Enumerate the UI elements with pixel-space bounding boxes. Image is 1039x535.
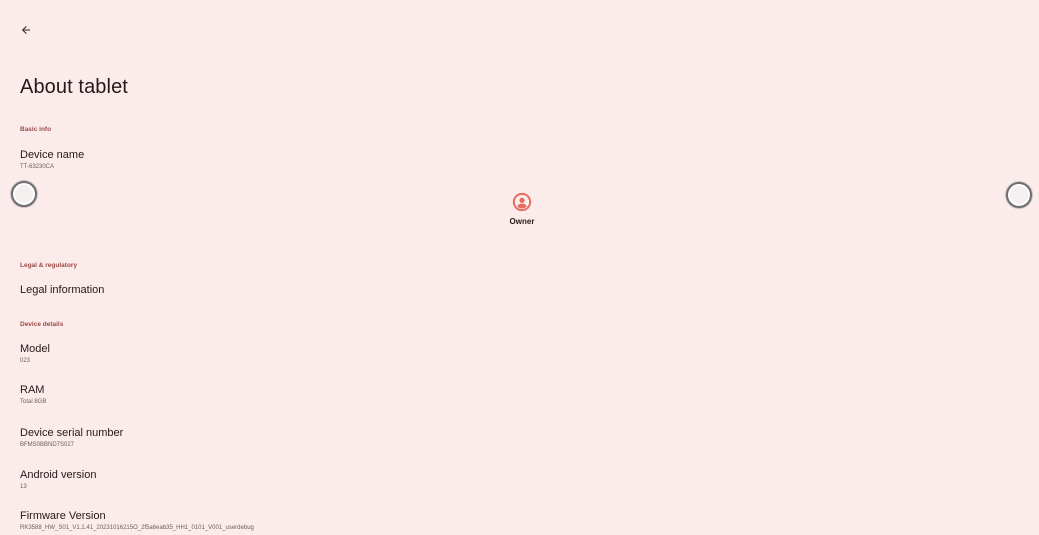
owner-label: Owner (509, 217, 535, 226)
legal-information-title: Legal information (20, 284, 105, 296)
firmware-version-title: Firmware Version (20, 510, 106, 522)
section-header-device-details: Device details (20, 321, 64, 328)
model-title: Model (20, 343, 50, 355)
floating-ring-right-button[interactable] (1006, 182, 1032, 208)
model-value: 023 (20, 358, 31, 364)
android-version-title: Android version (20, 469, 97, 481)
section-header-basic-info: Basic info (20, 126, 52, 133)
device-name-title: Device name (20, 149, 85, 161)
model-item[interactable]: Model 023 (20, 343, 1000, 365)
ram-title: RAM (20, 384, 45, 396)
page-title: About tablet (20, 76, 128, 98)
android-version-value: 13 (20, 484, 27, 490)
ram-value: Total 8GB (20, 399, 47, 405)
device-serial-number-title: Device serial number (20, 427, 124, 439)
firmware-version-value: RK3588_HW_S01_V1.1.41_20231016215O_2f5a6… (20, 525, 254, 531)
android-version-item[interactable]: Android version 13 (20, 469, 1000, 491)
device-serial-number-item[interactable]: Device serial number BFMS0BBND7S027 (20, 427, 1000, 449)
owner-profile[interactable]: Owner (500, 192, 544, 226)
about-tablet-screen: About tablet Basic info Device name TT-6… (0, 0, 1039, 535)
floating-ring-left-button[interactable] (11, 181, 37, 207)
ram-item[interactable]: RAM Total 8GB (20, 384, 1000, 406)
legal-information-item[interactable]: Legal information (20, 284, 1000, 297)
firmware-version-item[interactable]: Firmware Version RK3588_HW_S01_V1.1.41_2… (20, 510, 1000, 532)
section-header-legal: Legal & regulatory (20, 262, 78, 269)
device-serial-number-value: BFMS0BBND7S027 (20, 442, 75, 448)
device-name-item[interactable]: Device name TT-63230CA (20, 149, 1000, 171)
device-name-value: TT-63230CA (20, 164, 55, 170)
account-circle-icon (512, 192, 532, 212)
back-button[interactable] (12, 20, 40, 44)
arrow-back-icon (20, 23, 32, 41)
